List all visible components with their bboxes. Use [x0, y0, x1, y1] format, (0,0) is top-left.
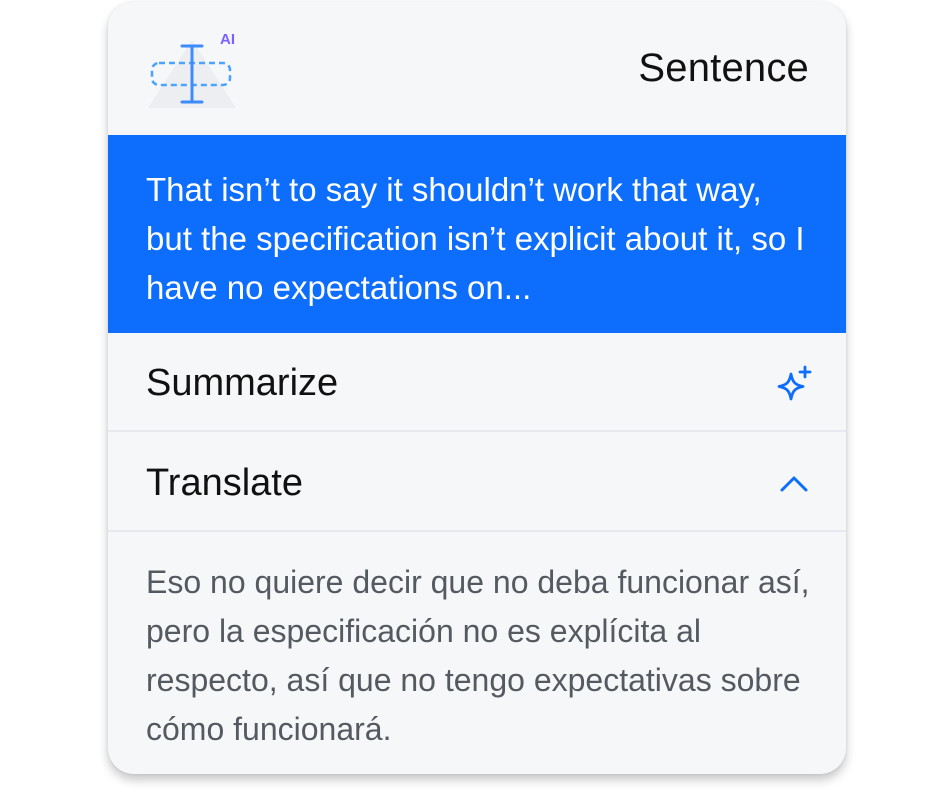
panel-title: Sentence: [638, 46, 809, 90]
translate-label: Translate: [146, 462, 303, 504]
ai-sentence-panel: AI Sentence That isn’t to say it shouldn…: [108, 2, 846, 774]
ai-text-cursor-logo-icon: AI: [148, 31, 236, 108]
selected-sentence-block[interactable]: That isn’t to say it shouldn’t work that…: [108, 135, 846, 333]
summarize-label: Summarize: [146, 362, 339, 404]
panel-header: AI Sentence: [108, 2, 846, 135]
translate-button[interactable]: Translate: [108, 434, 846, 532]
summarize-button[interactable]: Summarize: [108, 334, 846, 432]
chevron-up-icon[interactable]: [774, 464, 814, 504]
ai-badge: AI: [220, 31, 235, 48]
sparkle-icon: [777, 365, 812, 401]
selected-sentence-text: That isn’t to say it shouldn’t work that…: [146, 171, 805, 306]
translation-text: Eso no quiere decir que no deba funciona…: [146, 564, 810, 747]
